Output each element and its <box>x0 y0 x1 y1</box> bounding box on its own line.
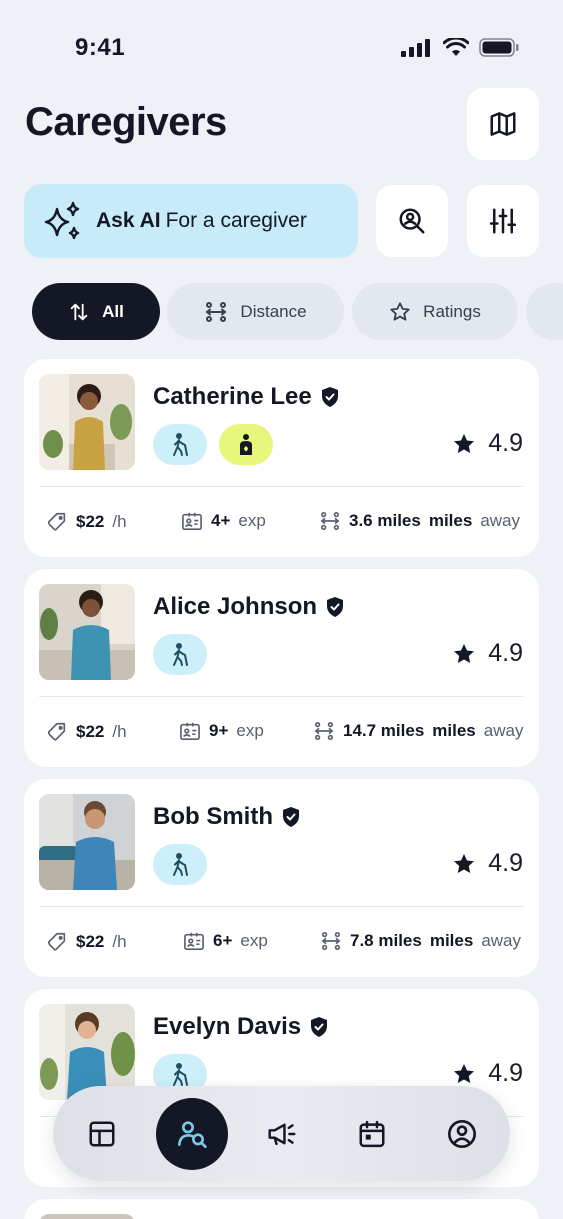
filter-settings-button[interactable] <box>467 185 539 257</box>
caregiver-card[interactable]: Catherine Lee 4.9 $22/h 4+ exp 3.6 miles… <box>24 359 539 557</box>
search-caregiver-button[interactable] <box>376 185 448 257</box>
filter-chip-label: All <box>102 301 124 321</box>
filter-chip-ratings[interactable]: Ratings <box>352 283 518 340</box>
experience-info: 6+ exp <box>183 931 268 951</box>
page-title: Caregivers <box>25 100 227 144</box>
id-card-icon <box>182 512 202 530</box>
ask-ai-subtext: For a caregiver <box>165 209 307 232</box>
card-divider <box>39 696 524 697</box>
wifi-icon <box>443 38 469 56</box>
star-outline-icon <box>390 301 410 321</box>
search-user-icon <box>178 1120 207 1148</box>
megaphone-icon <box>268 1123 296 1145</box>
map-button[interactable] <box>467 88 539 160</box>
distance-icon <box>205 301 227 322</box>
experience-info: 9+ exp <box>179 721 264 741</box>
walking-cane-icon <box>173 642 188 666</box>
walking-cane-icon <box>173 432 188 456</box>
price-info: $22/h <box>46 511 127 533</box>
filter-chip-all[interactable]: All <box>32 283 160 340</box>
caregiver-name: Evelyn Davis <box>153 1013 302 1040</box>
card-divider <box>39 906 524 907</box>
mobility-assistance-badge <box>153 424 207 465</box>
price-tag-icon <box>47 512 66 531</box>
sort-arrows-icon <box>70 303 88 320</box>
caregiver-name: Alice Johnson <box>153 593 318 620</box>
distance-icon <box>314 722 334 740</box>
star-icon <box>454 433 475 453</box>
caregiver-card[interactable]: Bob Smith 4.9 $22/h 6+ exp 7.8 miles mil… <box>24 779 539 977</box>
bottom-tab-bar <box>53 1086 510 1181</box>
rating-value: 4.9 <box>488 639 523 667</box>
tab-calendar[interactable] <box>336 1086 408 1181</box>
dashboard-icon <box>89 1121 115 1146</box>
tab-dashboard[interactable] <box>66 1086 138 1181</box>
experience-info: 4+ exp <box>181 511 266 531</box>
user-search-icon <box>399 208 425 234</box>
rating-value: 4.9 <box>488 849 523 877</box>
star-icon <box>454 1063 475 1083</box>
card-divider <box>39 486 524 487</box>
distance-icon <box>321 932 341 950</box>
sparkles-icon <box>44 201 80 240</box>
walking-cane-icon <box>173 852 188 876</box>
sliders-icon <box>489 208 517 234</box>
elderly-care-icon <box>240 433 252 455</box>
profile-icon <box>448 1119 476 1148</box>
caregiver-photo <box>39 374 135 470</box>
distance-info: 14.7 miles miles away <box>313 721 523 741</box>
caregiver-photo <box>39 1214 135 1219</box>
filter-chip-more[interactable] <box>526 283 563 340</box>
personal-care-badge <box>219 424 273 465</box>
distance-info: 7.8 miles miles away <box>320 931 521 951</box>
verified-badge-icon <box>311 1017 328 1037</box>
filter-chip-label: Distance <box>240 301 307 321</box>
tab-find-caregivers[interactable] <box>156 1086 228 1181</box>
map-icon <box>490 112 516 136</box>
tab-announcements[interactable] <box>246 1086 318 1181</box>
rating-value: 4.9 <box>488 429 523 457</box>
ask-ai-label: Ask AI <box>96 209 161 232</box>
caregiver-name: Catherine Lee <box>153 383 312 410</box>
verified-badge-icon <box>283 807 299 827</box>
price-info: $22/h <box>46 931 127 953</box>
mobility-assistance-badge <box>153 634 207 675</box>
verified-badge-icon <box>321 387 338 407</box>
caregiver-photo <box>39 584 135 680</box>
calendar-icon <box>359 1120 385 1147</box>
rating-value: 4.9 <box>488 1059 523 1087</box>
caregiver-card[interactable] <box>24 1199 539 1219</box>
filter-chip-label: Ratings <box>423 301 481 321</box>
status-time: 9:41 <box>75 34 126 61</box>
filter-chip-distance[interactable]: Distance <box>167 283 344 340</box>
tab-profile[interactable] <box>426 1086 498 1181</box>
verified-badge-icon <box>327 597 344 617</box>
id-card-icon <box>180 722 200 740</box>
price-tag-icon <box>47 932 66 951</box>
id-card-icon <box>184 932 204 950</box>
distance-icon <box>320 512 340 530</box>
star-icon <box>454 643 475 663</box>
price-info: $22/h <box>46 721 127 743</box>
mobility-assistance-badge <box>153 844 207 885</box>
distance-info: 3.6 miles miles away <box>319 511 520 531</box>
cellular-signal-icon <box>401 38 430 57</box>
status-bar: 9:41 <box>0 0 563 96</box>
ask-ai-button[interactable]: Ask AI For a caregiver <box>24 184 358 258</box>
walking-cane-icon <box>173 1062 188 1086</box>
caregiver-photo <box>39 794 135 890</box>
caregiver-name: Bob Smith <box>153 803 273 830</box>
star-icon <box>454 853 475 873</box>
caregiver-card[interactable]: Alice Johnson 4.9 $22/h 9+ exp 14.7 mile… <box>24 569 539 767</box>
battery-icon <box>479 38 519 57</box>
price-tag-icon <box>47 722 66 741</box>
